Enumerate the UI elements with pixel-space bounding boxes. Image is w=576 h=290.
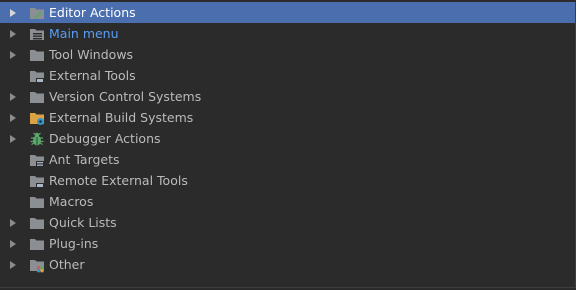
bug-icon bbox=[29, 131, 45, 147]
tree-item-label: Main menu bbox=[49, 26, 119, 41]
folder-icon bbox=[29, 89, 45, 105]
tree-item-label: Editor Actions bbox=[49, 5, 136, 20]
leaf-spacer bbox=[6, 149, 20, 170]
tree-item-external-build-systems[interactable]: External Build Systems bbox=[0, 107, 575, 128]
other-folder-icon bbox=[29, 257, 45, 273]
folder-icon bbox=[29, 194, 45, 210]
tree-item-label: Remote External Tools bbox=[49, 173, 188, 188]
tree-item-version-control-systems[interactable]: Version Control Systems bbox=[0, 86, 575, 107]
folder-icon bbox=[29, 236, 45, 252]
expand-arrow-icon[interactable] bbox=[6, 107, 20, 128]
tree-item-quick-lists[interactable]: Quick Lists bbox=[0, 212, 575, 233]
tree-item-label: External Build Systems bbox=[49, 110, 194, 125]
tree-item-ant-targets[interactable]: Ant Targets bbox=[0, 149, 575, 170]
tree-item-label: Tool Windows bbox=[49, 47, 134, 62]
leaf-spacer bbox=[6, 170, 20, 191]
expand-arrow-icon[interactable] bbox=[6, 254, 20, 275]
tree-item-other[interactable]: Other bbox=[0, 254, 575, 275]
expand-arrow-icon[interactable] bbox=[6, 23, 20, 44]
expand-arrow-icon[interactable] bbox=[6, 128, 20, 149]
tree-item-label: External Tools bbox=[49, 68, 136, 83]
expand-arrow-icon[interactable] bbox=[6, 2, 20, 23]
leaf-spacer bbox=[6, 191, 20, 212]
folder-icon bbox=[29, 47, 45, 63]
tree-item-label: Other bbox=[49, 257, 85, 272]
tree-item-label: Macros bbox=[49, 194, 94, 209]
leaf-spacer bbox=[6, 65, 20, 86]
tree-item-label: Debugger Actions bbox=[49, 131, 161, 146]
tools-folder-icon bbox=[29, 68, 45, 84]
tree-item-remote-external-tools[interactable]: Remote External Tools bbox=[0, 170, 575, 191]
actions-tree[interactable]: Editor Actions Main menu Tool Windows Ex… bbox=[0, 2, 576, 288]
tree-item-label: Quick Lists bbox=[49, 215, 117, 230]
tree-item-tool-windows[interactable]: Tool Windows bbox=[0, 44, 575, 65]
expand-arrow-icon[interactable] bbox=[6, 233, 20, 254]
tree-item-external-tools[interactable]: External Tools bbox=[0, 65, 575, 86]
tree-item-plug-ins[interactable]: Plug-ins bbox=[0, 233, 575, 254]
ant-folder-icon bbox=[29, 152, 45, 168]
tree-item-main-menu[interactable]: Main menu bbox=[0, 23, 575, 44]
tree-item-label: Version Control Systems bbox=[49, 89, 202, 104]
tree-item-label: Ant Targets bbox=[49, 152, 120, 167]
tree-item-debugger-actions[interactable]: Debugger Actions bbox=[0, 128, 575, 149]
editor-folder-icon bbox=[29, 5, 45, 21]
expand-arrow-icon[interactable] bbox=[6, 86, 20, 107]
expand-arrow-icon[interactable] bbox=[6, 212, 20, 233]
folder-icon bbox=[29, 215, 45, 231]
tools-folder-icon bbox=[29, 173, 45, 189]
tree-item-editor-actions[interactable]: Editor Actions bbox=[0, 2, 575, 23]
tree-item-label: Plug-ins bbox=[49, 236, 99, 251]
build-folder-icon bbox=[29, 110, 45, 126]
expand-arrow-icon[interactable] bbox=[6, 44, 20, 65]
tree-item-macros[interactable]: Macros bbox=[0, 191, 575, 212]
menu-folder-icon bbox=[29, 26, 45, 42]
